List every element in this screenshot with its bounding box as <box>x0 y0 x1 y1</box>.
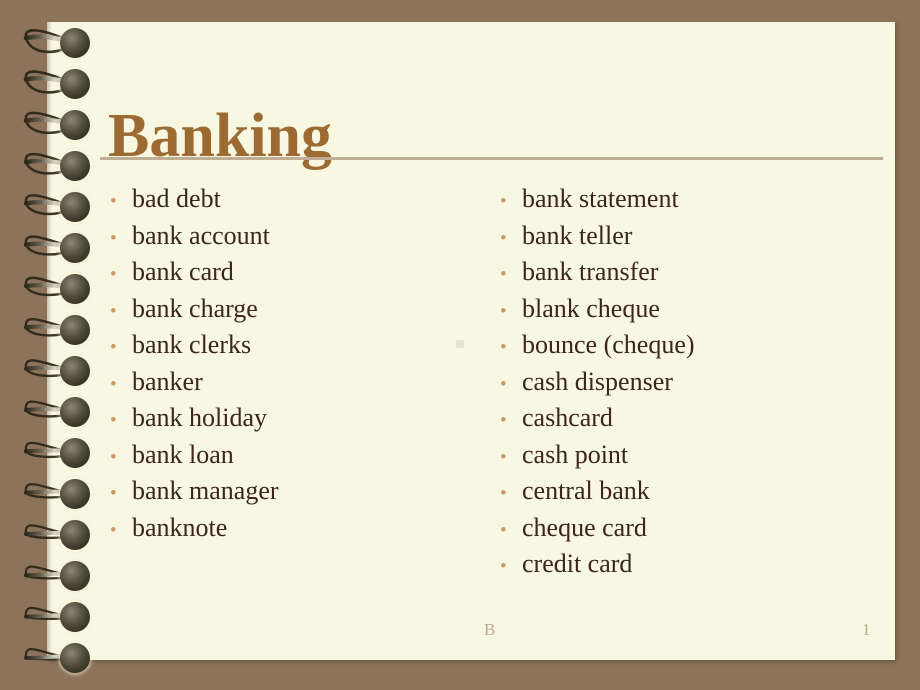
bullet-dot-icon: • <box>500 337 507 358</box>
list-item: • bank clerks <box>110 332 490 369</box>
list-item-label: bounce (cheque) <box>522 330 695 359</box>
list-item: • cashcard <box>500 405 890 442</box>
title-divider-rule <box>100 157 883 160</box>
list-item: • bank account <box>110 220 490 260</box>
list-item-label: bank card <box>132 257 234 286</box>
list-item-label: bank teller <box>522 220 633 250</box>
stray-artifact-square <box>456 340 464 348</box>
bullet-dot-icon: • <box>110 191 117 212</box>
bullet-dot-icon: • <box>110 227 117 249</box>
bullet-dot-icon: • <box>500 483 507 504</box>
list-item-label: credit card <box>522 549 633 578</box>
list-item: • bounce (cheque) <box>500 332 890 369</box>
bullet-dot-icon: • <box>500 556 507 577</box>
list-item: • bank holiday <box>110 405 490 442</box>
bullet-dot-icon: • <box>500 410 507 431</box>
bullet-dot-icon: • <box>110 519 117 541</box>
bullet-dot-icon: • <box>110 446 117 468</box>
bullet-list-right-column: • bank statement • bank teller • bank transfe… <box>500 186 890 588</box>
slide-number: 1 <box>862 620 871 639</box>
list-item-label: banknote <box>132 512 228 542</box>
list-item-label: bank charge <box>132 293 258 323</box>
list-item-label: blank cheque <box>522 293 660 323</box>
list-item: • bank transfer <box>500 259 890 296</box>
bullet-dot-icon: • <box>110 410 117 431</box>
list-item-label: bank loan <box>132 439 234 469</box>
list-item-label: bank manager <box>132 476 279 505</box>
bullet-dot-icon: • <box>500 519 507 541</box>
bullet-dot-icon: • <box>500 373 507 395</box>
bullet-dot-icon: • <box>500 300 507 322</box>
list-item: • banker <box>110 366 490 406</box>
list-item-label: bank statement <box>522 184 679 213</box>
bullet-dot-icon: • <box>110 337 117 358</box>
bullet-dot-icon: • <box>110 264 117 285</box>
list-item: • bank card <box>110 259 490 296</box>
bullet-dot-icon: • <box>110 483 117 504</box>
list-item: • bank manager <box>110 478 490 515</box>
list-item-label: bank account <box>132 220 270 250</box>
bullet-dot-icon: • <box>500 446 507 468</box>
list-item: • cash dispenser <box>500 366 890 406</box>
list-item-label: cheque card <box>522 512 647 542</box>
list-item-label: bank holiday <box>132 403 268 432</box>
bullet-dot-icon: • <box>500 227 507 249</box>
bullet-dot-icon: • <box>500 191 507 212</box>
list-item: • bank teller <box>500 220 890 260</box>
list-item: • banknote <box>110 512 490 552</box>
list-item-label: bad debt <box>132 184 221 213</box>
list-item: • cash point <box>500 439 890 479</box>
presentation-slide: Banking • bad debt • bank account • bank card… <box>0 0 920 690</box>
bullet-dot-icon: • <box>500 264 507 285</box>
footer-left-label: B <box>484 620 496 639</box>
list-item-label: banker <box>132 366 203 396</box>
bullet-list-left-column: • bad debt • bank account • bank card • bank ch… <box>110 186 490 551</box>
list-item-label: cashcard <box>522 403 613 432</box>
list-item-label: cash point <box>522 439 629 469</box>
list-item-label: bank clerks <box>132 330 252 359</box>
list-item: • bad debt <box>110 186 490 223</box>
bullet-dot-icon: • <box>110 373 117 395</box>
list-item: • cheque card <box>500 512 890 552</box>
list-item: • blank cheque <box>500 293 890 333</box>
list-item: • central bank <box>500 478 890 515</box>
list-item: • credit card <box>500 551 890 588</box>
list-item: • bank charge <box>110 293 490 333</box>
bullet-dot-icon: • <box>110 300 117 322</box>
list-item-label: bank transfer <box>522 257 659 286</box>
list-item: • bank loan <box>110 439 490 479</box>
list-item-label: cash dispenser <box>522 366 673 396</box>
list-item: • bank statement <box>500 186 890 223</box>
list-item-label: central bank <box>522 476 650 505</box>
